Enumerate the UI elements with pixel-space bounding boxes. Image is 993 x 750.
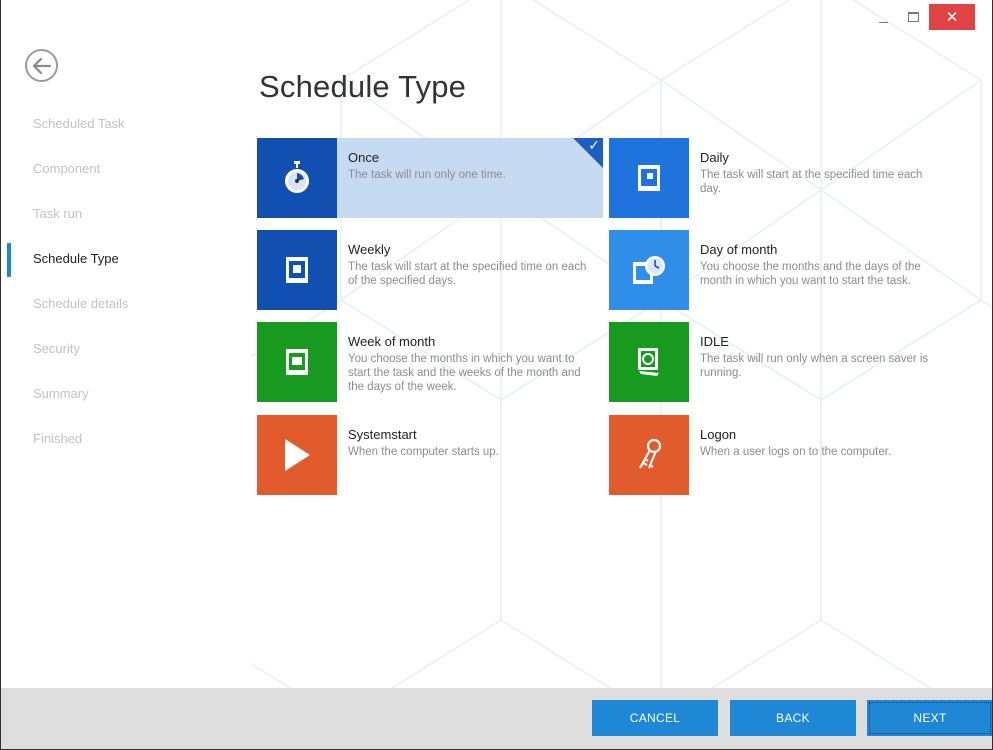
keys-icon [639, 438, 662, 469]
nav-item-schedule-details[interactable]: Schedule details [1, 285, 241, 330]
tile-description: When a user logs on to the computer. [700, 446, 892, 458]
minimize-button[interactable] [872, 4, 894, 30]
tile-daily[interactable]: Daily The task will start at the specifi… [609, 138, 955, 218]
tile-day-of-month[interactable]: Day of month You choose the months and t… [609, 230, 955, 310]
tile-title: IDLE [700, 334, 729, 349]
calendar-week-icon [286, 257, 308, 283]
close-icon: ✕ [945, 8, 959, 26]
tile-description: You choose the months in which you want … [348, 353, 581, 393]
tile-week-of-month-icon-bg [257, 322, 337, 402]
tile-systemstart[interactable]: Systemstart When the computer starts up. [257, 415, 603, 495]
maximize-button[interactable] [901, 4, 925, 30]
tile-title: Daily [700, 150, 729, 165]
tile-title: Weekly [348, 242, 391, 257]
calendar-day-icon [638, 165, 660, 191]
wizard-window: ✕ Scheduled Task Component Task run Sche… [0, 0, 993, 750]
calendar-clock-icon [633, 256, 665, 284]
close-button[interactable]: ✕ [929, 4, 975, 30]
cancel-button[interactable]: CANCEL [592, 700, 718, 736]
calendar-month-icon [286, 349, 308, 375]
tile-title: Day of month [700, 242, 778, 257]
nav-item-scheduled-task[interactable]: Scheduled Task [1, 105, 241, 150]
tile-daily-icon-bg [609, 138, 689, 218]
tile-weekly-icon-bg [257, 230, 337, 310]
tile-description: The task will start at the specified tim… [700, 169, 923, 195]
tile-day-of-month-icon-bg [609, 230, 689, 310]
back-arrow-button[interactable] [25, 49, 58, 82]
back-button[interactable]: BACK [730, 700, 856, 736]
tile-description: The task will start at the specified tim… [348, 261, 587, 287]
nav-item-task-run[interactable]: Task run [1, 195, 241, 240]
checkmark-icon: ✓ [588, 138, 600, 154]
tile-title: Week of month [348, 334, 436, 349]
tile-description: When the computer starts up. [348, 446, 499, 458]
tile-idle-icon-bg [609, 322, 689, 402]
screen-saver-icon [638, 348, 659, 376]
tile-systemstart-icon-bg [257, 415, 337, 495]
back-arrow-icon [32, 57, 51, 74]
tile-description: The task will run only one time. [348, 169, 506, 181]
tile-logon[interactable]: Logon When a user logs on to the compute… [609, 415, 955, 495]
minimize-icon [878, 21, 888, 23]
tile-weekly[interactable]: Weekly The task will start at the specif… [257, 230, 603, 310]
nav-item-finished[interactable]: Finished [1, 420, 241, 465]
maximize-icon [907, 12, 919, 22]
next-button[interactable]: NEXT [867, 700, 992, 736]
tile-title: Logon [700, 427, 737, 442]
nav-item-schedule-type[interactable]: Schedule Type [1, 240, 241, 285]
play-icon [285, 439, 310, 471]
nav-item-component[interactable]: Component [1, 150, 241, 195]
stopwatch-icon [285, 161, 309, 193]
tile-logon-icon-bg [609, 415, 689, 495]
tile-week-of-month[interactable]: Week of month You choose the months in w… [257, 322, 603, 402]
nav-item-summary[interactable]: Summary [1, 375, 241, 420]
tile-description: The task will run only when a screen sav… [700, 353, 929, 379]
tile-title: Systemstart [348, 427, 417, 442]
tile-description: You choose the months and the days of th… [700, 261, 921, 287]
nav-item-security[interactable]: Security [1, 330, 241, 375]
page-title: Schedule Type [259, 69, 467, 104]
tile-once[interactable]: Once The task will run only one time. ✓ [257, 138, 603, 218]
tile-once-icon-bg [257, 138, 337, 218]
wizard-steps-nav: Scheduled Task Component Task run Schedu… [1, 105, 241, 465]
tile-title: Once [348, 150, 380, 165]
tile-idle[interactable]: IDLE The task will run only when a scree… [609, 322, 955, 402]
